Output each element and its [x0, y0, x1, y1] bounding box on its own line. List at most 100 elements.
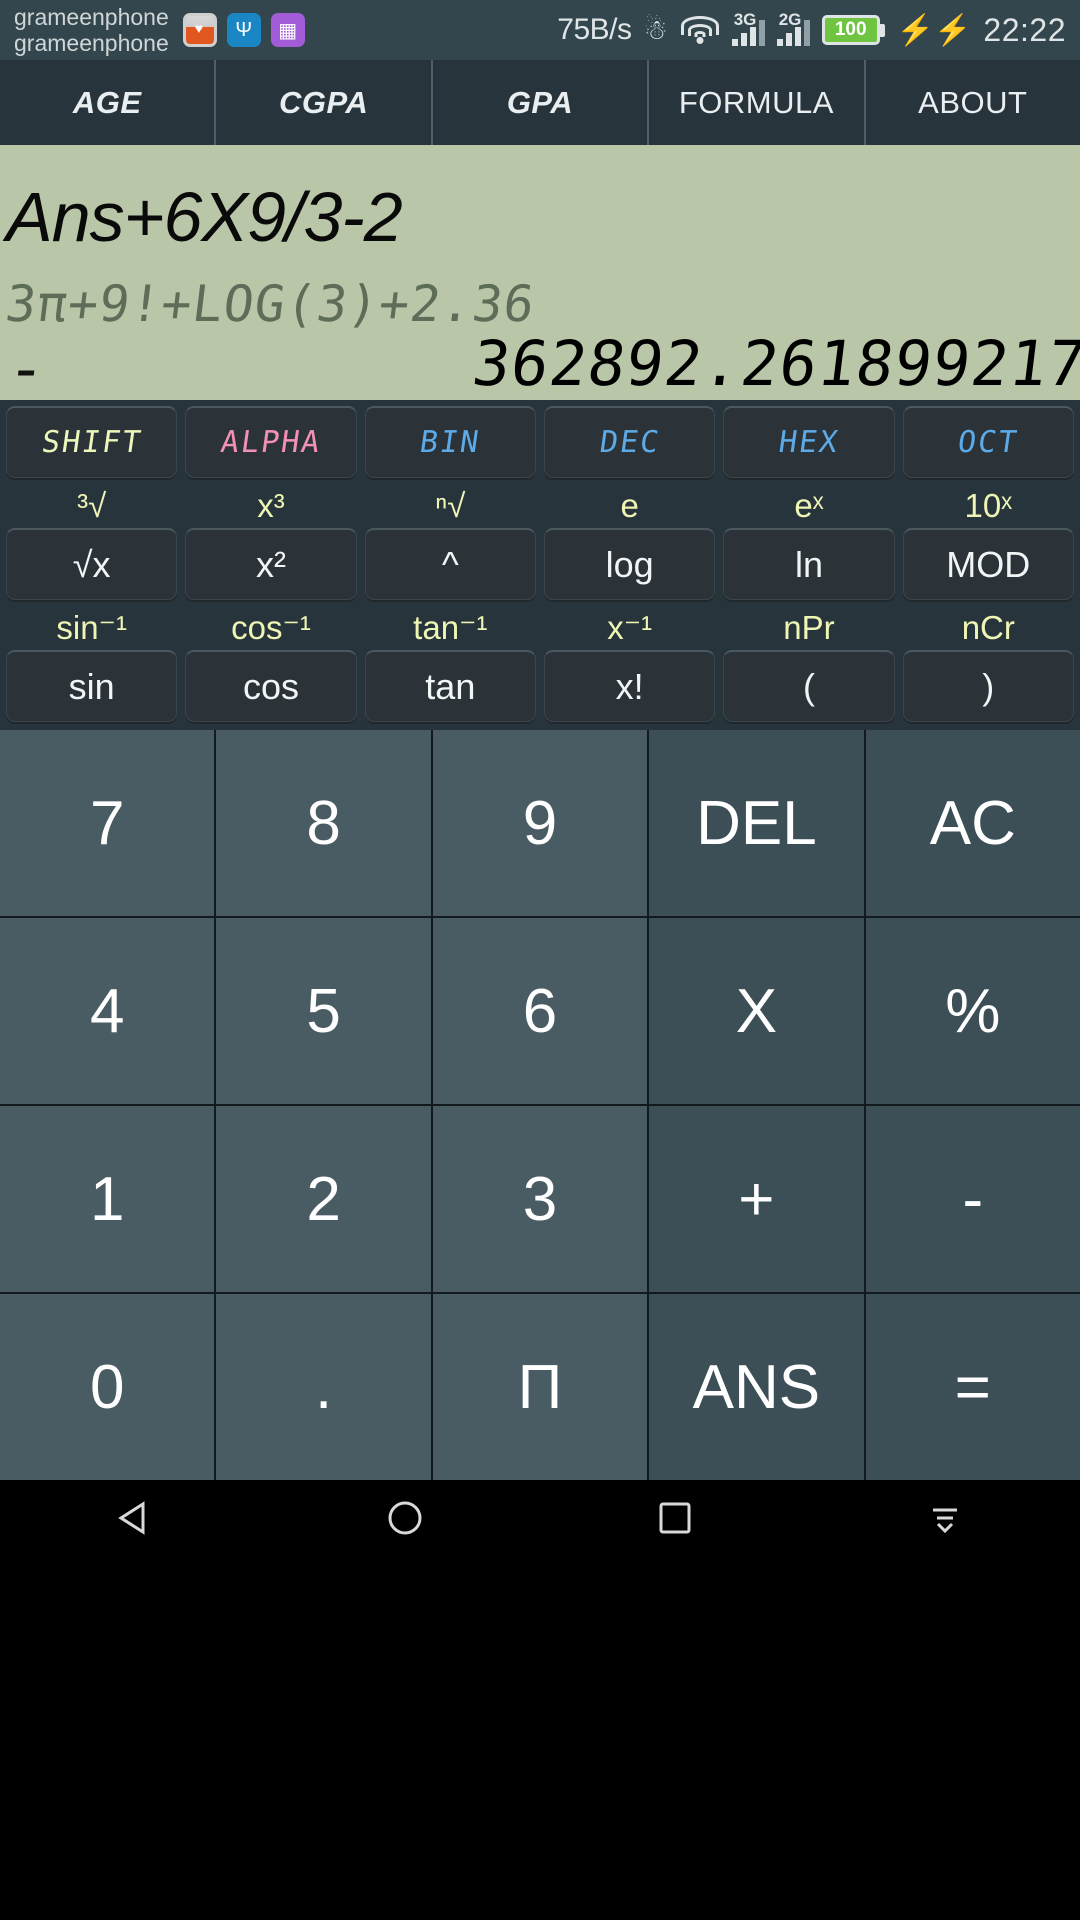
sim2-network-type: 2G	[778, 10, 802, 29]
tab-bar: AGE CGPA GPA FORMULA ABOUT	[0, 60, 1080, 145]
key-decimal[interactable]: .	[216, 1294, 431, 1480]
key-8[interactable]: 8	[216, 730, 431, 916]
shift-label-reciprocal: x⁻¹	[607, 609, 653, 646]
key-del[interactable]: DEL	[649, 730, 864, 916]
tab-gpa[interactable]: GPA	[433, 60, 650, 145]
screenshot-icon: ▦	[270, 13, 305, 47]
key-6[interactable]: 6	[432, 918, 648, 1104]
sci-cell: tan⁻¹ tan	[364, 606, 536, 722]
key-minus[interactable]: -	[865, 1106, 1080, 1292]
home-circle-icon[interactable]	[383, 1496, 427, 1545]
sci-cell: eˣ ln	[723, 484, 895, 600]
sim1-network-type: 3G	[733, 10, 757, 29]
key-9[interactable]: 9	[432, 730, 648, 916]
tan-button[interactable]: tan	[364, 650, 536, 722]
status-bar: grameenphone grameenphone Ψ ▦ 75B/s ☃​ 3…	[0, 0, 1080, 60]
charging-bolt-icon: ⚡​⚡	[896, 13, 972, 47]
oct-button[interactable]: OCT	[902, 406, 1074, 478]
sci-cell: x⁻¹ x!	[543, 606, 716, 722]
sqrt-button[interactable]: √x	[6, 528, 178, 600]
close-paren-button[interactable]: )	[902, 650, 1074, 722]
current-expression: Ans+6X9/3-2	[6, 178, 403, 256]
key-4[interactable]: 4	[0, 918, 215, 1104]
sci-cell: SHIFT	[6, 406, 178, 478]
key-5[interactable]: 5	[216, 918, 431, 1104]
sim1-signal-icon: 3G	[731, 10, 765, 46]
status-system-icons: 75B/s ☃​ 3G 2G 100 ⚡​⚡ 22:22	[557, 10, 1066, 49]
sim2-signal-icon: 2G	[776, 10, 810, 46]
key-3[interactable]: 3	[432, 1106, 648, 1292]
result-sign: -	[3, 332, 50, 400]
android-navigation-bar	[0, 1480, 1080, 1560]
carrier-labels: grameenphone grameenphone	[14, 4, 169, 56]
key-1[interactable]: 1	[0, 1106, 215, 1292]
status-notification-icons: Ψ ▦	[182, 13, 305, 47]
result-row: - 362892.261899217	[0, 327, 1080, 400]
carrier-sim1: grameenphone	[14, 4, 169, 30]
mod-button[interactable]: MOD	[902, 528, 1074, 600]
cos-button[interactable]: cos	[185, 650, 357, 722]
number-keypad: 7 8 9 DEL AC 4 5 6 X % 1 2 3 + - 0 . Π A…	[0, 730, 1080, 1480]
shift-label-nthroot: ⁿ√	[435, 487, 466, 524]
power-button[interactable]: ^	[364, 528, 536, 600]
battery-icon: 100	[821, 15, 885, 45]
tab-age[interactable]: AGE	[0, 60, 217, 145]
sci-cell: x³ x²	[185, 484, 357, 600]
sci-cell: OCT	[902, 406, 1074, 478]
ln-button[interactable]: ln	[723, 528, 895, 600]
sci-row-trig: sin⁻¹ sin cos⁻¹ cos tan⁻¹ tan x⁻¹ x! nPr…	[6, 606, 1074, 722]
shift-label-e: e	[620, 487, 639, 524]
key-2[interactable]: 2	[216, 1106, 431, 1292]
alpha-button[interactable]: ALPHA	[185, 406, 357, 478]
log-button[interactable]: log	[543, 528, 716, 600]
key-7[interactable]: 7	[0, 730, 215, 916]
hide-navbar-icon[interactable]	[923, 1496, 967, 1545]
back-triangle-icon[interactable]	[113, 1496, 157, 1545]
sci-cell: e log	[543, 484, 716, 600]
sci-cell: BIN	[364, 406, 536, 478]
shift-label-npr: nPr	[783, 609, 835, 646]
battery-percent-label: 100	[834, 19, 867, 40]
sin-button[interactable]: sin	[6, 650, 178, 722]
gallery-icon	[182, 13, 217, 47]
sci-row-modes: SHIFT ALPHA BIN DEC HEX OCT	[6, 406, 1074, 478]
wifi-icon	[680, 15, 720, 45]
sci-cell: ALPHA	[185, 406, 357, 478]
shift-label-ncr: nCr	[961, 609, 1015, 646]
key-ac[interactable]: AC	[865, 730, 1080, 916]
usb-icon: Ψ	[226, 13, 261, 47]
previous-expression: 3π+9!+LOG(3)+2.36	[2, 275, 539, 333]
key-percent[interactable]: %	[865, 918, 1080, 1104]
vibrate-icon: ☃​	[643, 14, 668, 45]
factorial-button[interactable]: x!	[543, 650, 716, 722]
recents-square-icon[interactable]	[653, 1496, 697, 1545]
hex-button[interactable]: HEX	[723, 406, 895, 478]
sci-cell: nCr )	[902, 606, 1074, 722]
key-0[interactable]: 0	[0, 1294, 215, 1480]
square-button[interactable]: x²	[185, 528, 357, 600]
tab-formula[interactable]: FORMULA	[649, 60, 866, 145]
key-ans[interactable]: ANS	[649, 1294, 864, 1480]
carrier-sim2: grameenphone	[14, 30, 169, 56]
sci-cell: ³√ √x	[6, 484, 178, 600]
tab-about[interactable]: ABOUT	[866, 60, 1080, 145]
shift-label-asin: sin⁻¹	[56, 609, 127, 646]
key-pi[interactable]: Π	[432, 1294, 648, 1480]
shift-label-ten-pow: 10ˣ	[964, 487, 1013, 524]
key-multiply[interactable]: X	[649, 918, 864, 1104]
calculator-display[interactable]: Ans+6X9/3-2 3π+9!+LOG(3)+2.36 - 362892.2…	[0, 145, 1080, 400]
shift-button[interactable]: SHIFT	[6, 406, 178, 478]
sci-row-powers: ³√ √x x³ x² ⁿ√ ^ e log eˣ ln 10ˣ MOD	[6, 484, 1074, 600]
shift-label-cbrt: ³√	[77, 487, 107, 524]
bin-button[interactable]: BIN	[364, 406, 536, 478]
sci-cell: ⁿ√ ^	[364, 484, 536, 600]
sci-cell: sin⁻¹ sin	[6, 606, 178, 722]
open-paren-button[interactable]: (	[723, 650, 895, 722]
shift-label-exp: eˣ	[794, 487, 824, 524]
tab-cgpa[interactable]: CGPA	[216, 60, 433, 145]
dec-button[interactable]: DEC	[543, 406, 716, 478]
sci-cell: HEX	[723, 406, 895, 478]
shift-label-cube: x³	[257, 487, 285, 524]
key-equals[interactable]: =	[865, 1294, 1080, 1480]
key-plus[interactable]: +	[649, 1106, 864, 1292]
